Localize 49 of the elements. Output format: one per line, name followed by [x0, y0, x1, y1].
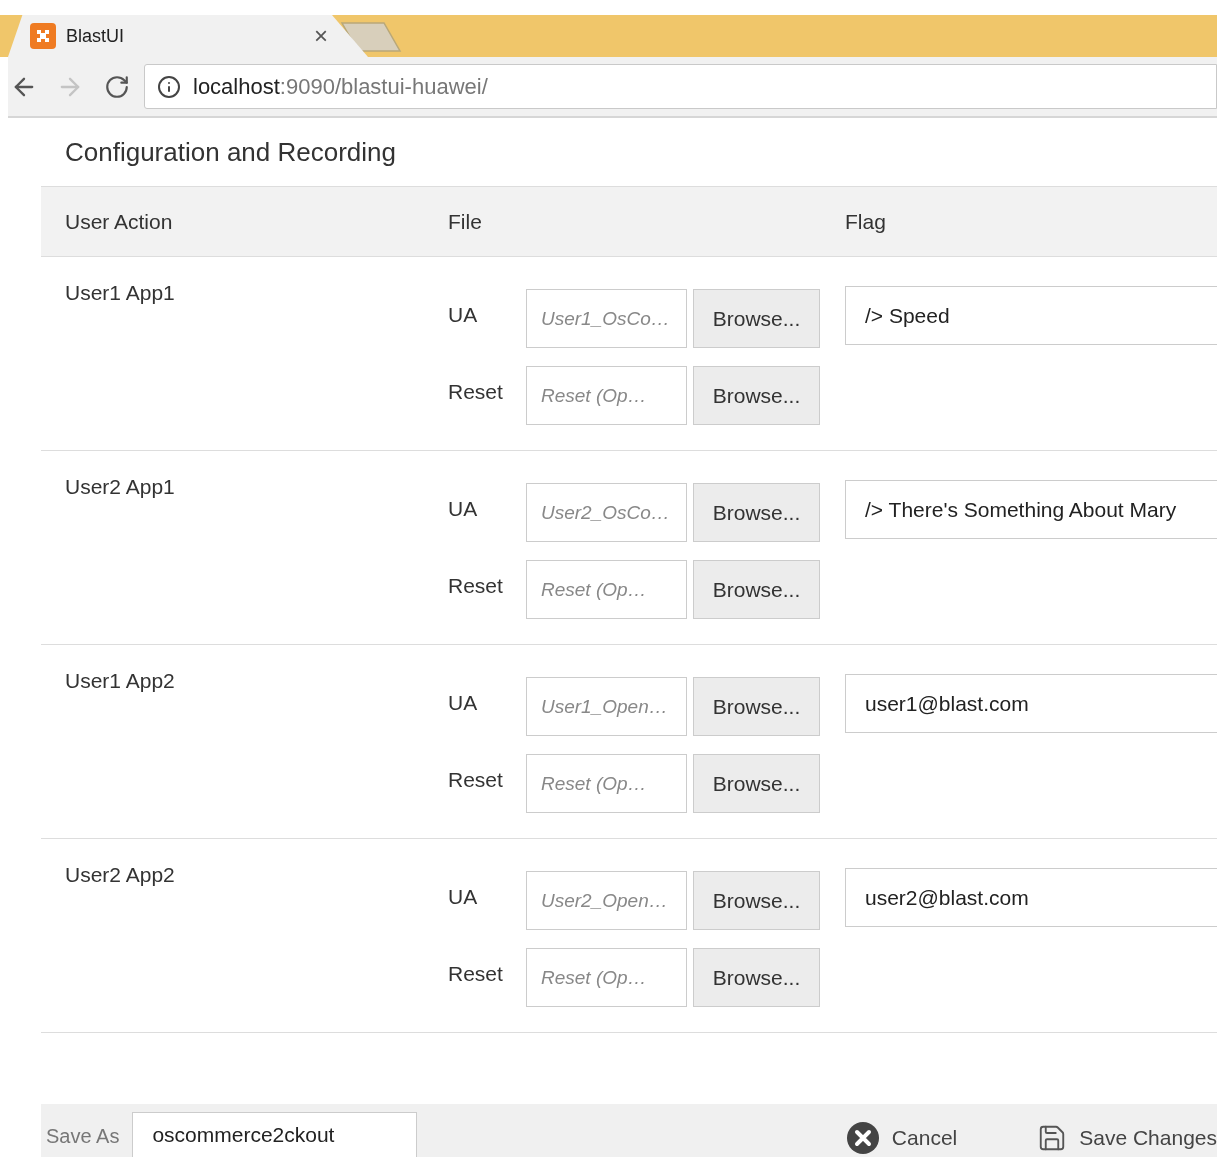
column-header: User Action [65, 209, 173, 233]
file-field[interactable]: Reset (Op… [526, 948, 687, 1007]
file-field[interactable]: User1_Open… [526, 677, 687, 736]
tab-title: BlastUI [66, 24, 125, 48]
file-field[interactable]: User2_OsCo… [526, 483, 687, 542]
save-button[interactable]: Save Changes [1037, 1122, 1217, 1154]
browse-button[interactable]: Browse... [693, 483, 820, 542]
file-label: UA [448, 495, 478, 522]
flag-field[interactable]: user1@blast.com [845, 674, 1217, 733]
browse-button[interactable]: Browse... [693, 677, 820, 736]
browse-button[interactable]: Browse... [693, 871, 820, 930]
browse-button[interactable]: Browse... [693, 560, 820, 619]
flag-field[interactable]: user2@blast.com [845, 868, 1217, 927]
save-as-label: Save As [46, 1124, 120, 1149]
app-logo-icon [30, 23, 56, 49]
file-field[interactable]: Reset (Op… [526, 754, 687, 813]
browser-tab[interactable]: BlastUI × [8, 15, 368, 57]
file-label: UA [448, 883, 478, 910]
file-label: UA [448, 301, 478, 328]
page-title: Configuration and Recording [65, 135, 396, 169]
cancel-icon [845, 1121, 880, 1155]
file-field[interactable]: Reset (Op… [526, 366, 687, 425]
user-action-text: User1 App2 [65, 669, 175, 692]
column-header: File [448, 209, 482, 233]
browse-button[interactable]: Browse... [693, 366, 820, 425]
file-label: Reset [448, 378, 503, 405]
browse-button[interactable]: Browse... [693, 754, 820, 813]
browse-button[interactable]: Browse... [693, 948, 820, 1007]
address-bar[interactable]: localhost:9090/blastui-huawei/ [144, 64, 1217, 109]
cancel-button[interactable]: Cancel [845, 1121, 958, 1155]
user-action-text: User2 App2 [65, 863, 175, 886]
url-text: localhost:9090/blastui-huawei/ [193, 73, 488, 101]
save-as-field[interactable]: oscommerce2ckout [132, 1112, 418, 1157]
user-action-text: User1 App1 [65, 281, 175, 304]
flag-field[interactable]: /> Speed [845, 286, 1217, 345]
file-label: Reset [448, 960, 503, 987]
column-header: Flag [845, 209, 886, 233]
file-label: Reset [448, 572, 503, 599]
file-field[interactable]: Reset (Op… [526, 560, 687, 619]
user-action-text: User2 App1 [65, 475, 175, 498]
file-label: UA [448, 689, 478, 716]
file-field[interactable]: User1_OsCo… [526, 289, 687, 348]
info-icon [157, 74, 181, 99]
reload-button[interactable] [104, 73, 130, 100]
browse-button[interactable]: Browse... [693, 289, 820, 348]
file-label: Reset [448, 766, 503, 793]
file-field[interactable]: User2_Open… [526, 871, 687, 930]
tab-close-button[interactable]: × [314, 24, 328, 48]
flag-field[interactable]: /> There's Something About Mary [845, 480, 1217, 539]
